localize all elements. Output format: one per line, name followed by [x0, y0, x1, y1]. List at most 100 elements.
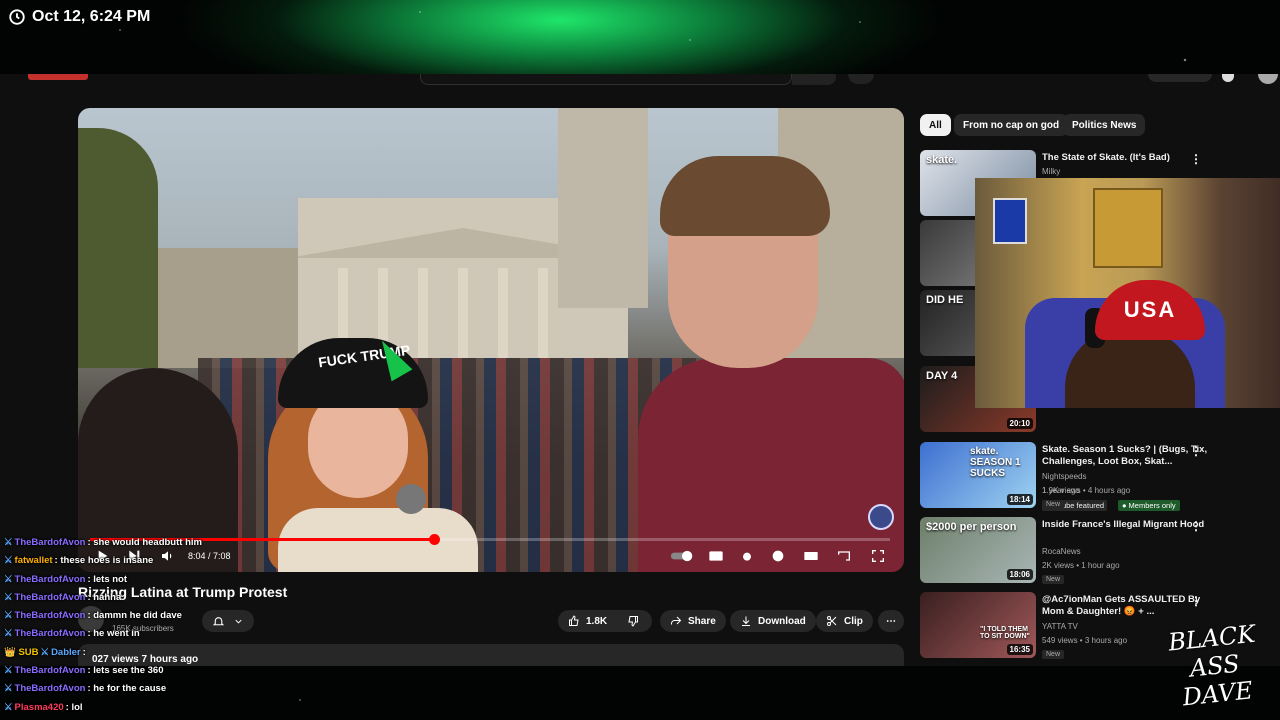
video-player[interactable]: FUCK TRUMP — [78, 108, 904, 572]
thumbnail-text: skate. SEASON 1 SUCKS — [970, 446, 1021, 479]
clock-overlay: Oct 12, 6:24 PM — [8, 8, 150, 26]
recommendation-channel[interactable]: Nightspeeds — [1042, 472, 1086, 481]
sword-badge-icon: ⚔ — [4, 665, 13, 677]
sword-badge-icon: ⚔ — [4, 610, 13, 622]
kebab-menu-icon[interactable]: ⋮ — [1190, 152, 1202, 166]
stream-canvas: Oct 12, 6:24 PM FUCK TRUMP 8:04 / 7:08 R… — [0, 0, 1280, 720]
sword-badge-icon: ⚔ — [4, 701, 13, 713]
chat-message: ⚔ TheBardofAvon: he went in — [4, 628, 324, 646]
settings-gear-icon[interactable] — [770, 548, 786, 567]
chat-message: ⚔ TheBardofAvon: he for the cause — [4, 683, 324, 701]
duration-badge: 18:06 — [1006, 569, 1033, 580]
signature-logo: BLACK ASS DAVE — [1166, 619, 1257, 712]
kebab-menu-icon[interactable]: ⋮ — [1190, 594, 1202, 608]
duration-badge: 16:35 — [1006, 644, 1033, 655]
sword-badge-icon: ⚔ — [4, 683, 13, 695]
screenshot-icon[interactable] — [739, 548, 755, 567]
chat-badges: 👑 SUB — [4, 646, 39, 658]
clock-icon — [9, 9, 25, 25]
chip-politics-news[interactable]: Politics News — [1063, 114, 1146, 136]
recommendation-title[interactable]: Skate. Season 1 Sucks? | (Bugs, Tix, Cha… — [1042, 444, 1212, 468]
chat-message: ⚔ TheBardofAvon: lets see the 360 — [4, 665, 324, 683]
sword-badge-icon: ⚔ — [40, 646, 50, 658]
chat-message: 👑 SUB ⚔ Dabler: — [4, 647, 324, 665]
search-input[interactable] — [420, 74, 792, 85]
recommendation-item[interactable]: skate. SEASON 1 SUCKS 18:14 Skate. Seaso… — [920, 442, 1280, 510]
recommendation-channel[interactable]: RocaNews — [1042, 547, 1081, 556]
wall-poster — [993, 198, 1027, 244]
thumbnail[interactable]: "I TOLD THEM TO SIT DOWN" 16:35 — [920, 592, 1036, 658]
chat-username: TheBardofAvon — [14, 537, 86, 548]
share-button[interactable]: Share — [660, 610, 726, 632]
share-icon — [671, 616, 682, 625]
sword-badge-icon: ⚔ — [4, 573, 13, 585]
sword-badge-icon: ⚔ — [4, 537, 13, 548]
recommendation-meta: 549 views • 3 hours ago — [1042, 636, 1128, 645]
chat-text: he went in — [93, 628, 140, 640]
thumbs-down-icon[interactable] — [627, 615, 639, 627]
kebab-menu-icon[interactable]: ⋮ — [1190, 444, 1202, 458]
thumbnail[interactable]: $2000 per person 18:06 — [920, 517, 1036, 583]
recommendation-item[interactable]: $2000 per person 18:06 Inside France's I… — [920, 517, 1280, 585]
recommendation-channel[interactable]: Milky — [1042, 167, 1060, 176]
recommendation-channel[interactable]: YATTA TV — [1042, 622, 1078, 631]
recommendation-title[interactable]: The State of Skate. (It's Bad) — [1042, 152, 1212, 164]
clip-label: Clip — [844, 615, 863, 627]
chip-from-no-cap-on-god[interactable]: From no cap on god — [954, 114, 1069, 136]
chat-message: ⚔ TheBardofAvon: she would headbutt him — [4, 537, 324, 555]
chat-text: lol — [71, 701, 83, 713]
channel-watermark[interactable] — [868, 504, 894, 530]
fullscreen-icon[interactable] — [870, 548, 886, 567]
chat-overlay: ⚔ TheBardofAvon: she would headbutt him ⚔ f… — [4, 537, 324, 720]
scissors-icon — [827, 616, 837, 626]
kebab-menu-icon[interactable]: ⋮ — [1190, 519, 1202, 533]
new-badge: New — [1042, 650, 1065, 659]
autoplay-toggle[interactable] — [670, 548, 694, 567]
chat-text: these hoes is insane — [60, 555, 154, 567]
chat-username: TheBardofAvon — [14, 665, 86, 677]
cast-icon[interactable] — [836, 548, 852, 567]
thumbnail-text: DAY 4 — [926, 370, 958, 382]
chat-message: ⚔ TheBardofAvon: hahha — [4, 592, 324, 610]
masthead — [0, 74, 1280, 86]
share-label: Share — [688, 615, 716, 627]
theater-mode-icon[interactable] — [803, 548, 819, 567]
chat-text: dammn he did dave — [93, 610, 182, 622]
clip-button[interactable]: Clip — [816, 610, 873, 632]
search-button[interactable] — [792, 74, 836, 85]
chat-message: ⚔ TheBardofAvon: lets not — [4, 574, 324, 592]
recommendation-title[interactable]: Inside France's Illegal Migrant Hood — [1042, 519, 1212, 531]
more-actions-button[interactable]: ⋯ — [878, 610, 904, 632]
notifications-icon[interactable] — [1222, 74, 1234, 82]
chat-username: Plasma420 — [14, 701, 64, 713]
tree — [78, 128, 158, 368]
chat-username: fatwallet — [14, 555, 53, 567]
chip-all[interactable]: All — [920, 114, 951, 136]
create-button[interactable] — [1148, 74, 1212, 82]
chat-separator: : — [82, 646, 86, 658]
more-icon: ⋯ — [886, 615, 896, 627]
interviewer — [618, 148, 904, 572]
column — [498, 268, 508, 358]
recommendation-meta: 1.9K views • 4 hours ago — [1042, 486, 1131, 495]
download-button[interactable]: Download — [730, 610, 816, 632]
like-dislike-button[interactable]: 1.8K — [558, 610, 652, 632]
chat-text: she would headbutt him — [93, 537, 202, 548]
sword-badge-icon: ⚔ — [4, 628, 13, 640]
chat-text: lets see the 360 — [93, 665, 164, 677]
account-avatar[interactable] — [1258, 74, 1278, 84]
download-icon — [742, 616, 750, 626]
youtube-logo[interactable] — [28, 74, 88, 80]
captions-icon[interactable] — [708, 548, 724, 567]
download-label: Download — [758, 615, 806, 627]
sword-badge-icon: ⚔ — [4, 555, 13, 567]
recommendation-title[interactable]: @Ac7ionMan Gets ASSAULTED By Mom & Daugh… — [1042, 594, 1212, 618]
thumbnail-text: $2000 per person — [926, 521, 1017, 533]
chat-username: TheBardofAvon — [14, 628, 86, 640]
thumbnail-text: skate. — [926, 154, 958, 166]
column — [538, 268, 548, 358]
mic-icon[interactable] — [848, 74, 874, 84]
thumbnail[interactable]: skate. SEASON 1 SUCKS 18:14 — [920, 442, 1036, 508]
usa-hat: USA — [1095, 280, 1205, 340]
thumbs-up-icon[interactable] — [568, 615, 580, 627]
